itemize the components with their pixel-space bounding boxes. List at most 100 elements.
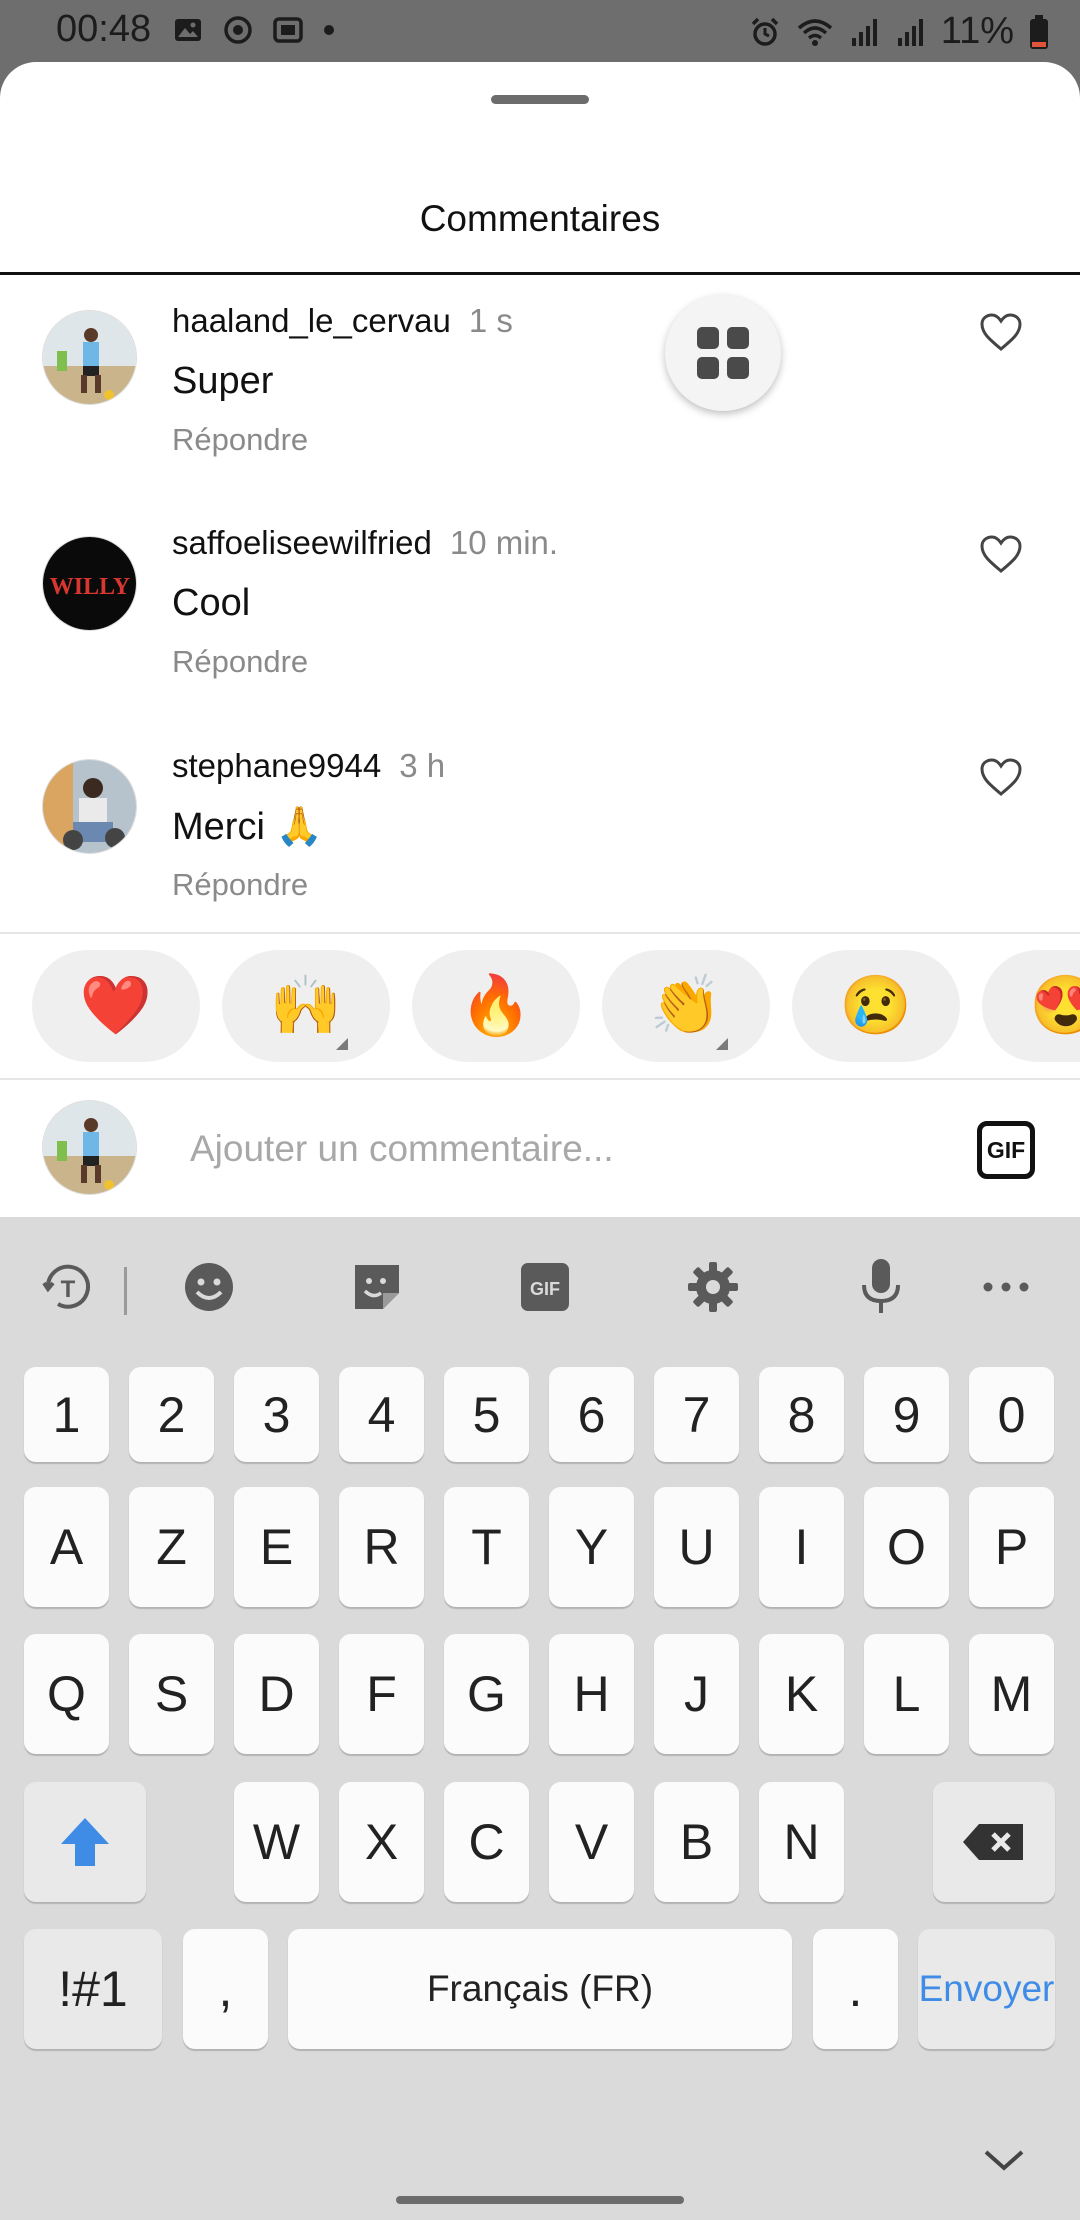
grid-icon <box>697 327 749 379</box>
key-p[interactable]: P <box>969 1487 1054 1607</box>
key-e[interactable]: E <box>234 1487 319 1607</box>
heart-icon[interactable] <box>979 757 1023 797</box>
comments-sheet: Commentaires haaland_le_cervau 1 s Super … <box>0 62 1080 1217</box>
sticker-icon[interactable] <box>347 1257 407 1317</box>
gif-button[interactable]: GIF <box>977 1121 1035 1179</box>
emoji-reaction-fire[interactable]: 🔥 <box>412 950 580 1062</box>
heart-icon[interactable] <box>979 312 1023 352</box>
space-key[interactable]: Français (FR) <box>288 1929 792 2049</box>
key-4[interactable]: 4 <box>339 1367 424 1462</box>
key-q[interactable]: Q <box>24 1634 109 1754</box>
settings-icon[interactable] <box>683 1257 743 1317</box>
key-h[interactable]: H <box>549 1634 634 1754</box>
key-5[interactable]: 5 <box>444 1367 529 1462</box>
comment-item: stephane9944 3 h Merci 🙏 Répondre <box>0 747 1080 947</box>
gif-icon[interactable]: GIF <box>515 1257 575 1317</box>
emoji-reaction-crying[interactable]: 😢 <box>792 950 960 1062</box>
key-b[interactable]: B <box>654 1782 739 1902</box>
comment-input[interactable]: Ajouter un commentaire... <box>190 1128 614 1170</box>
key-1[interactable]: 1 <box>24 1367 109 1462</box>
backspace-icon <box>963 1824 1023 1860</box>
send-key[interactable]: Envoyer <box>918 1929 1055 2049</box>
emoji-glyph: 🙌 <box>269 973 343 1038</box>
key-y[interactable]: Y <box>549 1487 634 1607</box>
key-i[interactable]: I <box>759 1487 844 1607</box>
comment-timestamp: 10 min. <box>449 524 559 561</box>
key-o[interactable]: O <box>864 1487 949 1607</box>
battery-percentage: 11% <box>940 10 1014 52</box>
key-a[interactable]: A <box>24 1487 109 1607</box>
comment-username[interactable]: stephane9944 <box>172 747 381 784</box>
key-r[interactable]: R <box>339 1487 424 1607</box>
comment-username[interactable]: saffoeliseewilfried <box>172 524 432 561</box>
heart-icon[interactable] <box>979 534 1023 574</box>
avatar[interactable] <box>42 310 137 405</box>
send-key-label: Envoyer <box>918 1968 1055 2009</box>
key-j[interactable]: J <box>654 1634 739 1754</box>
microphone-icon[interactable] <box>851 1257 911 1317</box>
signal-icon <box>897 18 923 46</box>
symbols-key[interactable]: !#1 <box>24 1929 162 2049</box>
floating-grid-button[interactable] <box>665 295 781 411</box>
reply-button[interactable]: Répondre <box>172 644 308 680</box>
key-7[interactable]: 7 <box>654 1367 739 1462</box>
key-t[interactable]: T <box>444 1487 529 1607</box>
sheet-title: Commentaires <box>419 198 661 239</box>
key-m[interactable]: M <box>969 1634 1054 1754</box>
key-z[interactable]: Z <box>129 1487 214 1607</box>
key-w[interactable]: W <box>234 1782 319 1902</box>
emoji-reaction-clap[interactable]: 👏 <box>602 950 770 1062</box>
comment-username[interactable]: haaland_le_cervau <box>172 302 451 339</box>
key-x[interactable]: X <box>339 1782 424 1902</box>
signal-icon <box>851 18 877 46</box>
avatar[interactable]: WILLY <box>42 536 137 631</box>
status-time: 00:48 <box>56 8 152 50</box>
emoji-reaction-raised-hands[interactable]: 🙌 <box>222 950 390 1062</box>
reply-button[interactable]: Répondre <box>172 422 308 458</box>
dot-icon <box>324 25 334 35</box>
text-style-icon[interactable]: T <box>38 1257 98 1317</box>
emoji-reaction-bar: ❤️ 🙌 🔥 👏 😢 😍 <box>0 950 1080 1072</box>
key-n[interactable]: N <box>759 1782 844 1902</box>
key-l[interactable]: L <box>864 1634 949 1754</box>
cast-icon <box>273 17 303 43</box>
key-c[interactable]: C <box>444 1782 529 1902</box>
emoji-reaction-heart[interactable]: ❤️ <box>32 950 200 1062</box>
key-d[interactable]: D <box>234 1634 319 1754</box>
key-g[interactable]: G <box>444 1634 529 1754</box>
sheet-drag-handle[interactable] <box>491 95 589 104</box>
key-0[interactable]: 0 <box>969 1367 1054 1462</box>
reply-button[interactable]: Répondre <box>172 867 308 903</box>
battery-icon <box>1030 14 1048 49</box>
comma-key[interactable]: , <box>183 1929 268 2049</box>
key-s[interactable]: S <box>129 1634 214 1754</box>
key-v[interactable]: V <box>549 1782 634 1902</box>
emoji-icon[interactable] <box>179 1257 239 1317</box>
key-f[interactable]: F <box>339 1634 424 1754</box>
period-key[interactable]: . <box>813 1929 898 2049</box>
comment-text: Super <box>172 360 274 402</box>
key-3[interactable]: 3 <box>234 1367 319 1462</box>
emoji-reaction-heart-eyes[interactable]: 😍 <box>982 950 1080 1062</box>
backspace-key[interactable] <box>933 1782 1055 1902</box>
key-6[interactable]: 6 <box>549 1367 634 1462</box>
skin-tone-indicator <box>336 1038 348 1050</box>
key-u[interactable]: U <box>654 1487 739 1607</box>
key-2[interactable]: 2 <box>129 1367 214 1462</box>
shift-arrow-icon <box>61 1818 109 1866</box>
svg-text:T: T <box>61 1276 76 1303</box>
key-8[interactable]: 8 <box>759 1367 844 1462</box>
header-divider <box>0 272 1080 275</box>
period-key-label: . <box>848 1961 863 2017</box>
key-9[interactable]: 9 <box>864 1367 949 1462</box>
home-indicator[interactable] <box>396 2196 684 2204</box>
avatar[interactable] <box>42 759 137 854</box>
shift-key[interactable] <box>24 1782 146 1902</box>
comment-meta: saffoeliseewilfried 10 min. <box>172 524 558 562</box>
more-icon[interactable] <box>976 1257 1036 1317</box>
current-user-avatar <box>42 1100 137 1195</box>
key-k[interactable]: K <box>759 1634 844 1754</box>
comment-text: Merci 🙏 <box>172 806 323 848</box>
chevron-down-icon[interactable] <box>982 2146 1026 2174</box>
notification-icons <box>172 14 336 46</box>
